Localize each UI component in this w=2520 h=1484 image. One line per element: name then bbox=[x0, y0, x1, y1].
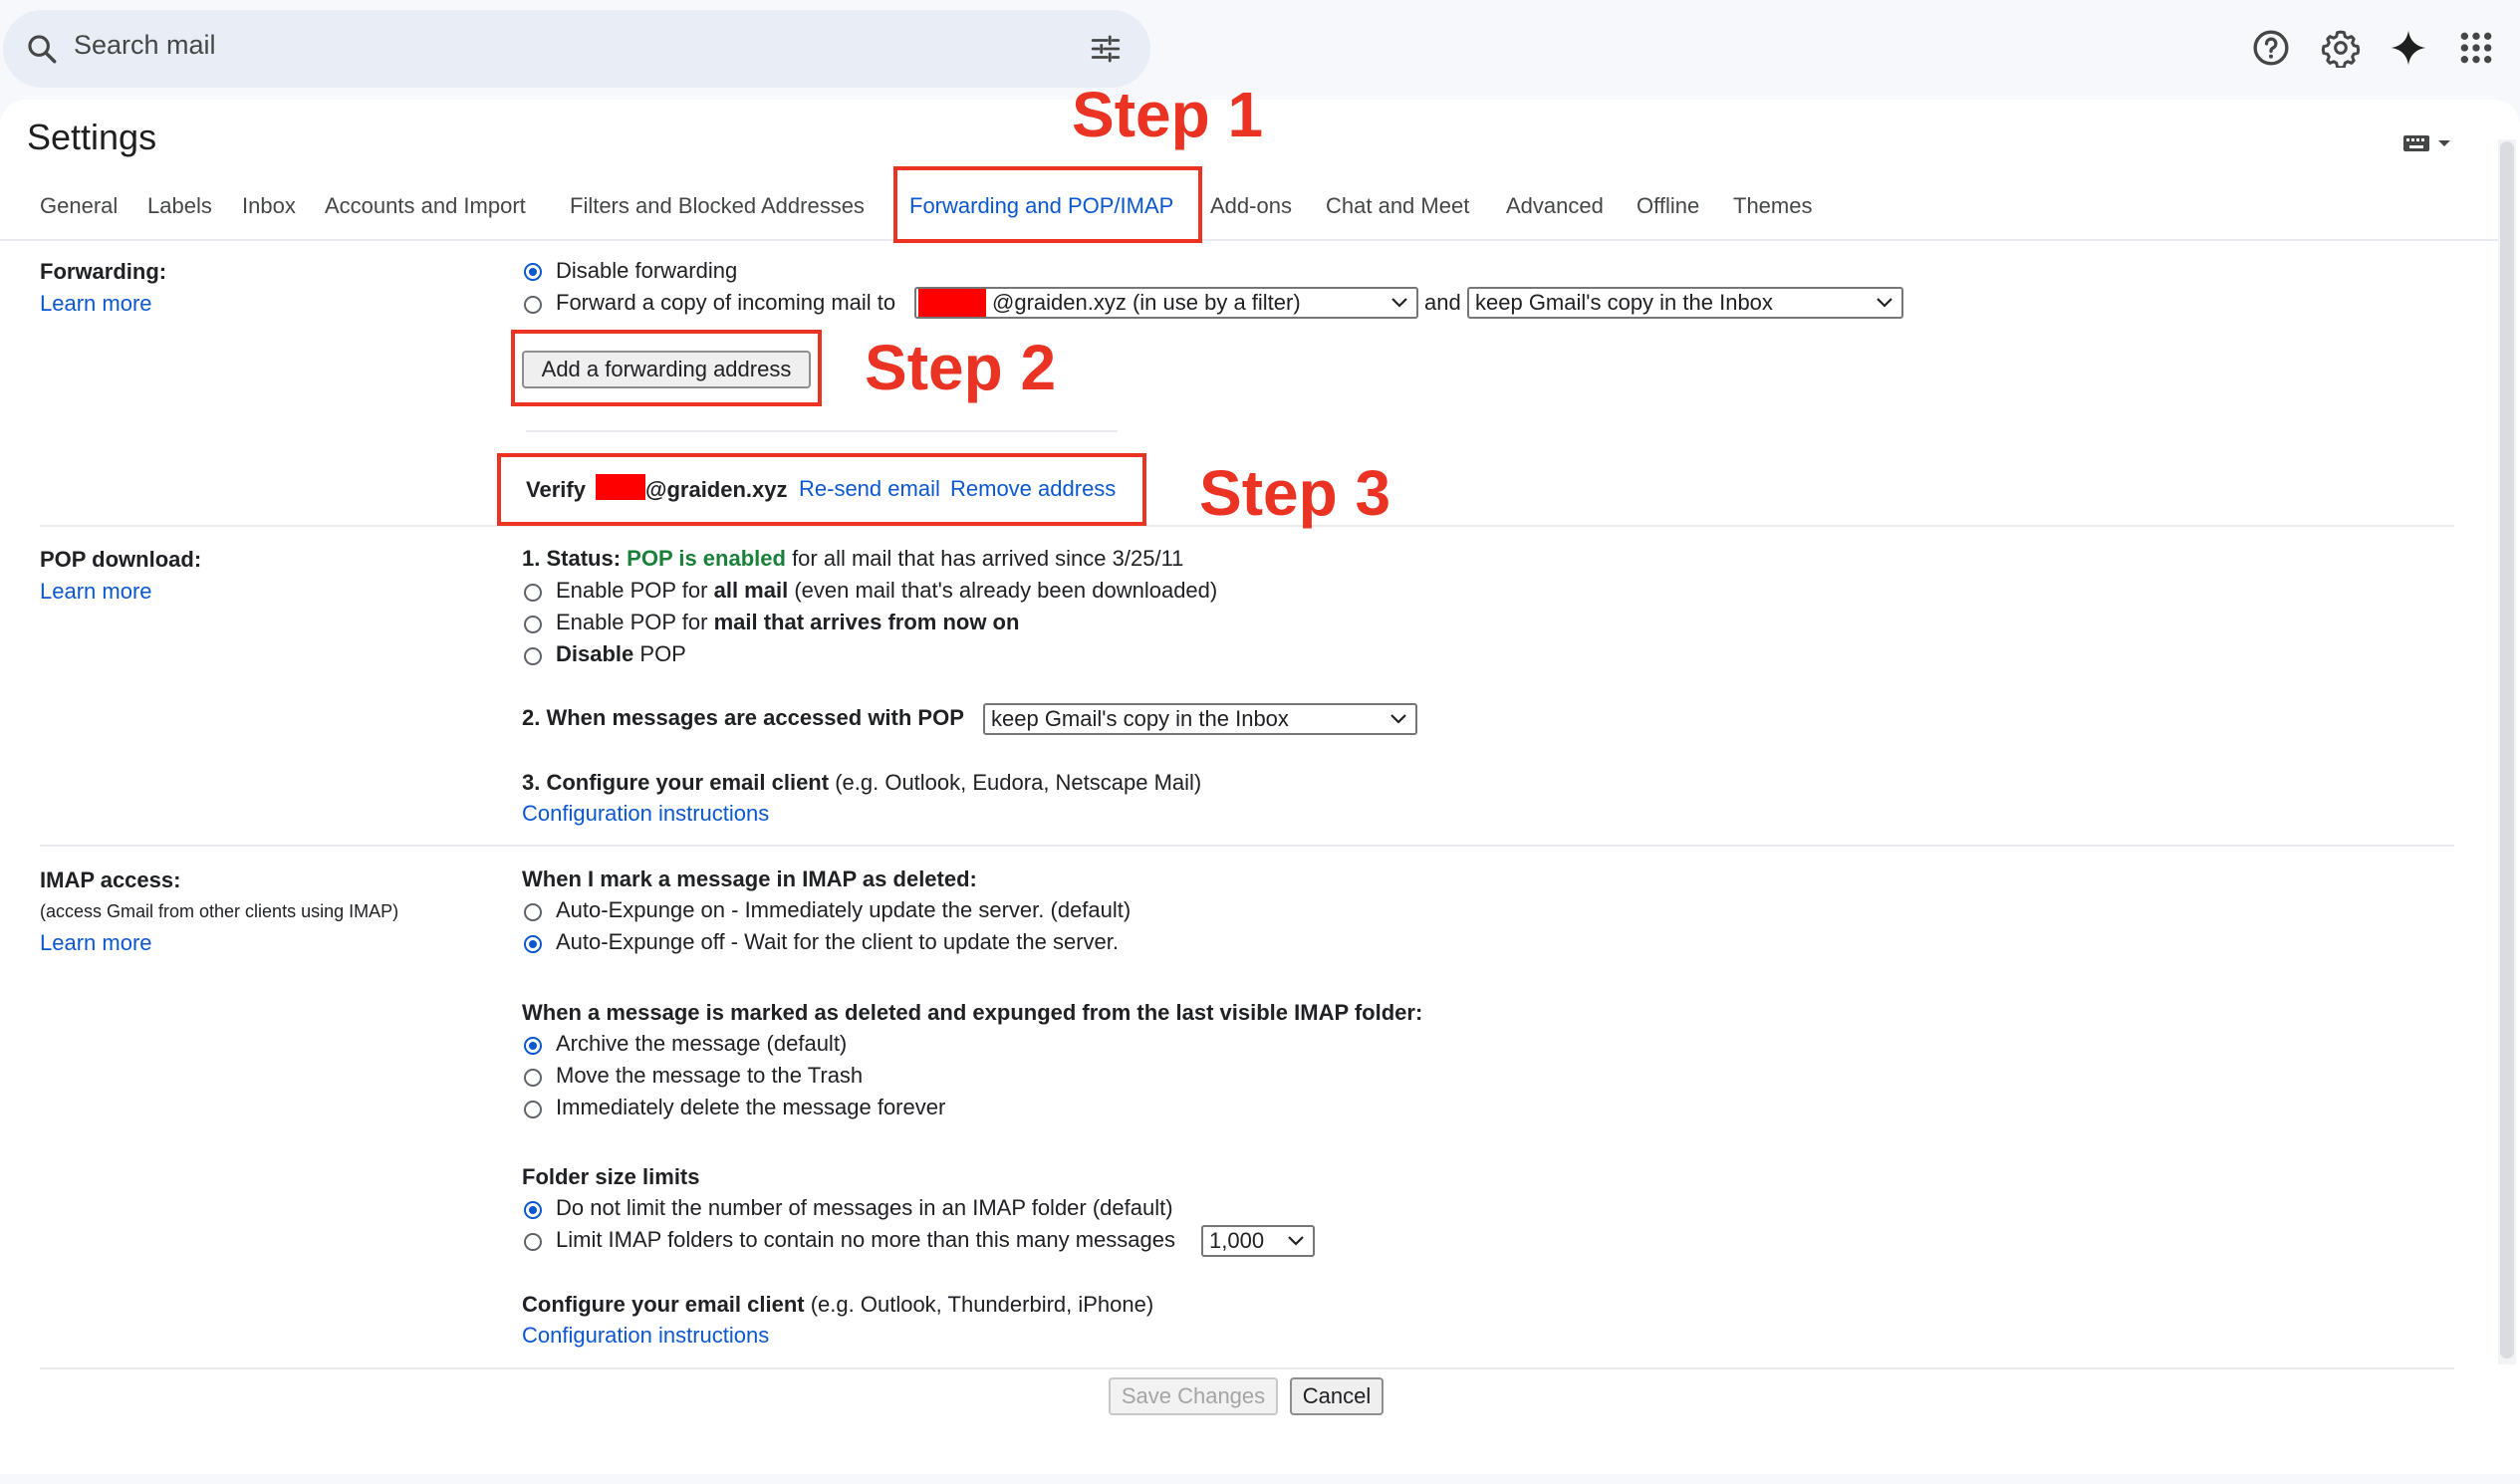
tab-offline[interactable]: Offline bbox=[1637, 191, 1699, 221]
search-input[interactable]: Search mail bbox=[74, 30, 216, 61]
auto-expunge-off-label: Auto-Expunge off - Wait for the client t… bbox=[556, 929, 1119, 954]
step3-annotation: Step 3 bbox=[1199, 457, 1391, 529]
folder-limit-select[interactable]: 1,000 bbox=[1201, 1225, 1315, 1257]
tab-general[interactable]: General bbox=[40, 191, 118, 221]
section-divider bbox=[40, 845, 2454, 847]
no-limit-label: Do not limit the number of messages in a… bbox=[556, 1195, 1173, 1220]
folder-limit-value: 1,000 bbox=[1209, 1228, 1265, 1253]
scrollbar-thumb[interactable] bbox=[2500, 141, 2514, 1359]
pop-learn-more-link[interactable]: Learn more bbox=[40, 579, 152, 605]
chevron-down-icon bbox=[1877, 298, 1892, 308]
tab-accounts-and-import[interactable]: Accounts and Import bbox=[325, 191, 526, 221]
pop-configure-text: 3. Configure your email client (e.g. Out… bbox=[522, 770, 1202, 795]
imap-access-label: IMAP access: bbox=[40, 867, 181, 892]
archive-message-radio[interactable] bbox=[524, 1037, 542, 1055]
tab-labels[interactable]: Labels bbox=[147, 191, 212, 221]
pop-access-value: keep Gmail's copy in the Inbox bbox=[991, 706, 1289, 731]
imap-expunged-heading: When a message is marked as deleted and … bbox=[522, 1000, 1423, 1025]
forwarding-divider bbox=[526, 430, 1118, 432]
no-limit-radio[interactable] bbox=[524, 1201, 542, 1219]
imap-learn-more-link[interactable]: Learn more bbox=[40, 930, 152, 956]
settings-tabs: General Labels Inbox Accounts and Import… bbox=[0, 191, 2490, 241]
pop-all-mail-label: Enable POP for all mail (even mail that'… bbox=[556, 578, 1218, 603]
help-icon[interactable] bbox=[2251, 28, 2291, 68]
chevron-down-icon bbox=[1288, 1236, 1304, 1246]
pop-configuration-instructions-link[interactable]: Configuration instructions bbox=[522, 801, 769, 827]
page-title: Settings bbox=[27, 117, 157, 157]
forward-copy-label: Forward a copy of incoming mail to bbox=[556, 290, 896, 315]
forwarding-label: Forwarding: bbox=[40, 259, 167, 284]
step3-highlight-box bbox=[497, 453, 1146, 526]
step1-annotation: Step 1 bbox=[1072, 79, 1264, 150]
delete-forever-label: Immediately delete the message forever bbox=[556, 1095, 946, 1119]
step2-annotation: Step 2 bbox=[865, 332, 1057, 403]
move-to-trash-radio[interactable] bbox=[524, 1069, 542, 1087]
search-icon[interactable] bbox=[25, 32, 59, 66]
keyboard-icon[interactable] bbox=[2402, 131, 2454, 155]
tab-add-ons[interactable]: Add-ons bbox=[1210, 191, 1292, 221]
sparkle-icon[interactable] bbox=[2389, 28, 2428, 68]
forwarding-action-value: keep Gmail's copy in the Inbox bbox=[1475, 290, 1773, 315]
tabs-divider bbox=[0, 239, 2498, 241]
pop-from-now-radio[interactable] bbox=[524, 616, 542, 633]
imap-configuration-instructions-link[interactable]: Configuration instructions bbox=[522, 1323, 769, 1349]
disable-forwarding-label: Disable forwarding bbox=[556, 258, 738, 283]
forwarding-action-select[interactable]: keep Gmail's copy in the Inbox bbox=[1467, 287, 1903, 319]
imap-sublabel: (access Gmail from other clients using I… bbox=[40, 901, 399, 921]
pop-all-mail-radio[interactable] bbox=[524, 584, 542, 602]
apps-grid-icon[interactable] bbox=[2456, 28, 2496, 68]
delete-forever-radio[interactable] bbox=[524, 1101, 542, 1118]
auto-expunge-on-label: Auto-Expunge on - Immediately update the… bbox=[556, 897, 1132, 922]
and-label: and bbox=[1424, 290, 1461, 315]
limit-folders-radio[interactable] bbox=[524, 1233, 542, 1251]
tab-chat-and-meet[interactable]: Chat and Meet bbox=[1326, 191, 1469, 221]
forward-copy-radio[interactable] bbox=[524, 296, 542, 314]
search-bar[interactable]: Search mail bbox=[3, 10, 1150, 88]
pop-disable-label: Disable POP bbox=[556, 641, 686, 666]
imap-configure-text: Configure your email client (e.g. Outloo… bbox=[522, 1292, 1154, 1317]
forwarding-address-select[interactable]: @graiden.xyz (in use by a filter) bbox=[914, 287, 1418, 319]
forwarding-address-value: @graiden.xyz (in use by a filter) bbox=[992, 290, 1301, 315]
pop-access-label: 2. When messages are accessed with POP bbox=[522, 705, 964, 730]
pop-status: 1. Status: POP is enabled for all mail t… bbox=[522, 546, 1184, 571]
tune-icon[interactable] bbox=[1089, 32, 1123, 66]
chevron-down-icon bbox=[1390, 714, 1406, 724]
auto-expunge-on-radio[interactable] bbox=[524, 903, 542, 921]
pop-access-select[interactable]: keep Gmail's copy in the Inbox bbox=[983, 703, 1417, 735]
move-to-trash-label: Move the message to the Trash bbox=[556, 1063, 864, 1088]
cancel-button[interactable]: Cancel bbox=[1290, 1377, 1384, 1415]
forwarding-learn-more-link[interactable]: Learn more bbox=[40, 291, 152, 317]
step2-highlight-box bbox=[511, 330, 822, 406]
tab-themes[interactable]: Themes bbox=[1733, 191, 1812, 221]
step1-highlight-box bbox=[893, 166, 1202, 243]
pop-from-now-label: Enable POP for mail that arrives from no… bbox=[556, 610, 1020, 634]
archive-message-label: Archive the message (default) bbox=[556, 1031, 848, 1056]
save-changes-button[interactable]: Save Changes bbox=[1109, 1377, 1278, 1415]
pop-disable-radio[interactable] bbox=[524, 647, 542, 665]
footer-divider bbox=[40, 1367, 2454, 1369]
tab-filters-and-blocked-addresses[interactable]: Filters and Blocked Addresses bbox=[570, 191, 865, 221]
tab-inbox[interactable]: Inbox bbox=[242, 191, 296, 221]
limit-folders-label: Limit IMAP folders to contain no more th… bbox=[556, 1227, 1175, 1252]
disable-forwarding-radio[interactable] bbox=[524, 263, 542, 281]
pop-download-label: POP download: bbox=[40, 547, 202, 572]
redacted-email-block bbox=[918, 289, 986, 317]
auto-expunge-off-radio[interactable] bbox=[524, 935, 542, 953]
imap-deleted-heading: When I mark a message in IMAP as deleted… bbox=[522, 866, 977, 891]
gear-icon[interactable] bbox=[2321, 28, 2361, 68]
folder-size-heading: Folder size limits bbox=[522, 1164, 700, 1189]
chevron-down-icon bbox=[1391, 298, 1407, 308]
tab-advanced[interactable]: Advanced bbox=[1506, 191, 1604, 221]
